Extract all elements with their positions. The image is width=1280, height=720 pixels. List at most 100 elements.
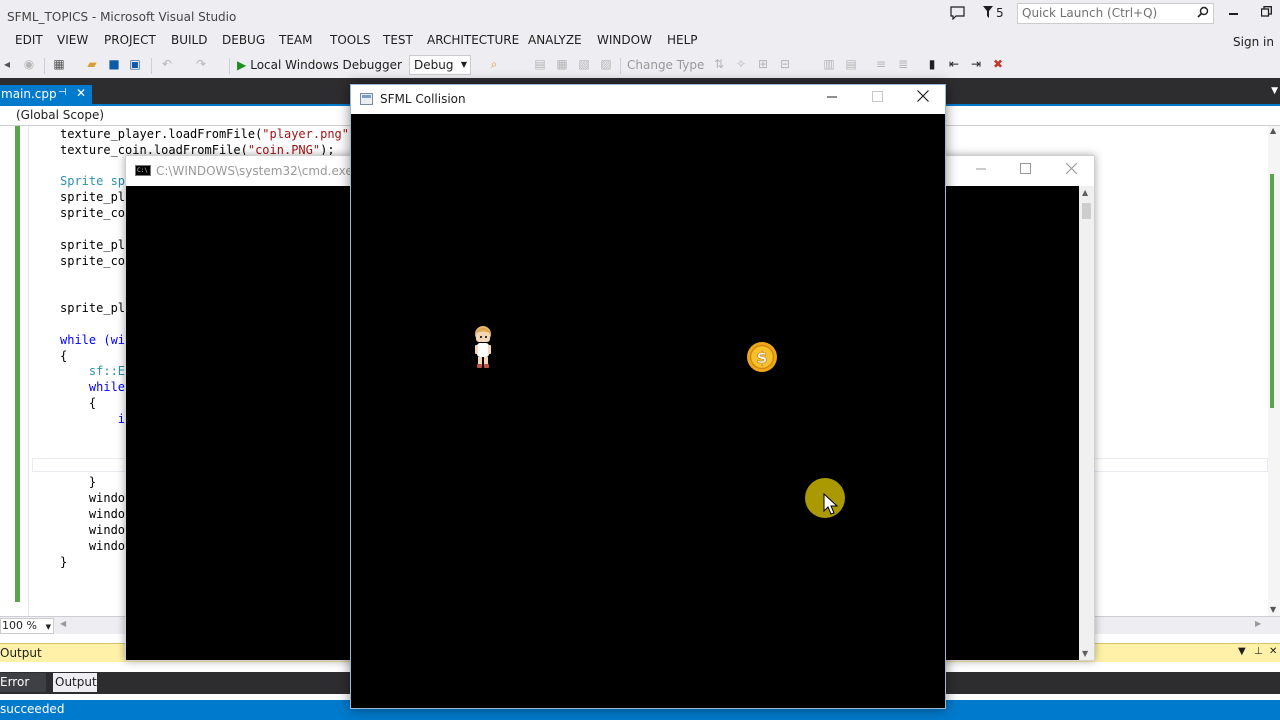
- vs-toolbar: ◂ ◉ ▦ ▰ ■ ▣ ↶ ↷ ▶ Local Windows Debugger …: [0, 54, 1280, 78]
- menu-test[interactable]: TEST: [383, 33, 413, 47]
- menu-edit[interactable]: EDIT: [15, 33, 43, 47]
- code-line: if: [60, 412, 133, 426]
- toolbar-tool-icon[interactable]: ✧: [734, 57, 748, 71]
- menu-project[interactable]: PROJECT: [104, 33, 156, 47]
- toolbar-tool-icon[interactable]: ⊞: [756, 57, 770, 71]
- redo-icon[interactable]: ↷: [194, 57, 208, 71]
- sfml-render-canvas[interactable]: $: [351, 114, 945, 708]
- code-line: while (win: [60, 333, 133, 347]
- menu-window[interactable]: WINDOW: [597, 33, 652, 47]
- cmd-close-button[interactable]: [1065, 162, 1078, 178]
- feedback-filter-icon[interactable]: [983, 6, 993, 21]
- tab-error-list[interactable]: Error List: [0, 673, 46, 708]
- code-line: window: [60, 523, 133, 537]
- notification-icon[interactable]: [950, 6, 965, 23]
- tab-overflow-icon[interactable]: ▼: [1271, 86, 1278, 96]
- vs-restore-button[interactable]: [1260, 6, 1272, 21]
- code-line: }: [60, 555, 68, 569]
- chevron-down-icon: ▼: [45, 623, 51, 631]
- quick-launch-input[interactable]: Quick Launch (Ctrl+Q): [1017, 3, 1214, 24]
- change-marker: [1270, 174, 1274, 408]
- close-icon[interactable]: ✕: [76, 86, 86, 100]
- bookmark-icon[interactable]: ▮: [925, 57, 939, 71]
- coin-sprite: $: [747, 342, 777, 372]
- save-all-icon[interactable]: ▣: [128, 57, 142, 71]
- solution-configuration-select[interactable]: Debug ▼: [409, 55, 471, 75]
- forward-icon[interactable]: ◉: [22, 57, 36, 71]
- cmd-minimize-button[interactable]: [976, 162, 987, 178]
- change-type-button[interactable]: Change Type: [627, 58, 704, 72]
- tab-label: main.cpp: [1, 87, 57, 101]
- scroll-thumb[interactable]: [1082, 203, 1091, 219]
- next-bookmark-icon[interactable]: ⇥: [969, 57, 983, 71]
- gutter-divider: [28, 126, 29, 616]
- toolbar-separator: [229, 58, 230, 74]
- toolbar-tool-icon[interactable]: ▧: [577, 57, 591, 71]
- editor-vertical-scrollbar[interactable]: ▲ ▼: [1268, 126, 1280, 616]
- local-windows-debugger-button[interactable]: ▶Local Windows Debugger ▼: [237, 56, 415, 75]
- new-project-icon[interactable]: ▦: [52, 57, 66, 71]
- save-icon[interactable]: ■: [107, 57, 121, 71]
- toolbar-tool-icon[interactable]: ▨: [599, 57, 613, 71]
- sfml-window[interactable]: SFML Collision $: [350, 84, 946, 709]
- scroll-up-icon[interactable]: ▲: [1270, 126, 1276, 135]
- open-file-icon[interactable]: ▰: [85, 57, 99, 71]
- chevron-down-icon: ▼: [460, 60, 467, 69]
- undo-icon[interactable]: ↶: [160, 57, 174, 71]
- find-in-files-icon[interactable]: ⌕: [487, 57, 501, 71]
- toolbar-tool-icon[interactable]: ▤: [533, 57, 547, 71]
- code-line: sprite_coi: [60, 254, 133, 268]
- toolbar-tool-icon[interactable]: ▤: [844, 57, 858, 71]
- close-icon[interactable]: ✕: [1269, 646, 1277, 657]
- scroll-up-icon[interactable]: ▲: [1082, 188, 1088, 197]
- menu-architecture[interactable]: ARCHITECTURE: [427, 33, 519, 47]
- notification-count: 5: [996, 6, 1004, 20]
- coin-symbol: $: [756, 348, 767, 367]
- comment-icon[interactable]: ≡: [874, 57, 888, 71]
- quick-launch-placeholder: Quick Launch (Ctrl+Q): [1022, 6, 1158, 20]
- scope-dropdown[interactable]: (Global Scope): [0, 107, 350, 124]
- sfml-maximize-button[interactable]: [872, 90, 883, 106]
- pin-icon[interactable]: ⊥: [1254, 646, 1263, 657]
- menu-analyze[interactable]: ANALYZE: [528, 33, 582, 47]
- panel-options-icon[interactable]: ▼: [1238, 646, 1246, 657]
- tab-output[interactable]: Output: [53, 673, 97, 692]
- cmd-maximize-button[interactable]: [1020, 162, 1031, 178]
- menu-help[interactable]: HELP: [667, 33, 698, 47]
- vs-window-title: SFML_TOPICS - Microsoft Visual Studio: [7, 10, 237, 24]
- code-line: {: [60, 349, 68, 363]
- vs-minimize-button[interactable]: [1229, 6, 1239, 21]
- clear-bookmarks-icon[interactable]: ✖: [991, 57, 1005, 71]
- back-icon[interactable]: ◂: [0, 57, 14, 71]
- tab-main-cpp[interactable]: main.cpp ⊣ ✕: [0, 85, 92, 104]
- sfml-minimize-button[interactable]: [827, 90, 838, 106]
- toolbar-tool-icon[interactable]: ▥: [822, 57, 836, 71]
- menu-view[interactable]: VIEW: [57, 33, 88, 47]
- search-icon[interactable]: [1197, 6, 1209, 22]
- code-line: }: [60, 475, 97, 489]
- sfml-close-button[interactable]: [917, 90, 929, 106]
- sign-in-link[interactable]: Sign in: [1233, 35, 1274, 49]
- menu-tools[interactable]: TOOLS: [330, 33, 371, 47]
- code-line: window: [60, 491, 133, 505]
- toolbar-tool-icon[interactable]: ▦: [555, 57, 569, 71]
- play-icon: ▶: [237, 58, 247, 72]
- menu-debug[interactable]: DEBUG: [222, 33, 265, 47]
- toolbar-tool-icon[interactable]: ⊟: [778, 57, 792, 71]
- prev-bookmark-icon[interactable]: ⇤: [947, 57, 961, 71]
- cmd-window-title: C:\WINDOWS\system32\cmd.exe: [156, 164, 353, 178]
- pin-icon[interactable]: ⊣: [58, 87, 67, 98]
- scroll-left-icon[interactable]: ◀: [60, 619, 66, 628]
- code-line: sprite_pla: [60, 238, 133, 252]
- scroll-down-icon[interactable]: ▼: [1082, 649, 1088, 658]
- menu-build[interactable]: BUILD: [171, 33, 207, 47]
- uncomment-icon[interactable]: ≣: [896, 57, 910, 71]
- menu-team[interactable]: TEAM: [279, 33, 312, 47]
- code-line: Sprite sp: [60, 174, 126, 188]
- sfml-title-bar[interactable]: SFML Collision: [351, 85, 945, 114]
- zoom-level-select[interactable]: 100 % ▼: [0, 618, 54, 634]
- scroll-right-icon[interactable]: ▶: [1255, 619, 1261, 628]
- scroll-down-icon[interactable]: ▼: [1270, 605, 1276, 614]
- toolbar-tool-icon[interactable]: ⇅: [712, 57, 726, 71]
- cmd-vertical-scrollbar[interactable]: ▲ ▼: [1079, 186, 1094, 660]
